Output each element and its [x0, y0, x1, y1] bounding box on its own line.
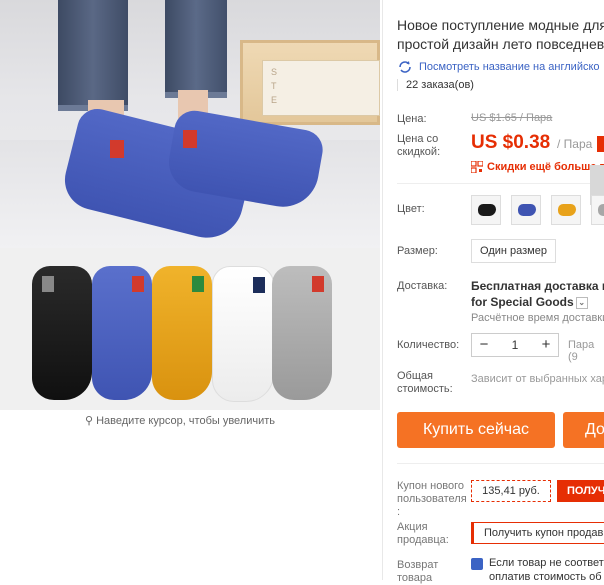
discount-badge	[597, 136, 604, 152]
seller-coupon-button[interactable]: Получить купон продав	[471, 522, 604, 544]
shield-icon	[471, 558, 483, 570]
zoom-hint-text: Наведите курсор, чтобы увеличить	[96, 415, 276, 427]
label-line: Акция	[397, 521, 428, 533]
color-swatch-black[interactable]	[471, 195, 501, 225]
jeans-left	[58, 0, 128, 111]
quantity-unit: Пара (9	[568, 339, 595, 363]
increment-button[interactable]: +	[534, 334, 558, 356]
shipping-line: Бесплатная доставка в R	[471, 279, 604, 293]
sock-tag	[110, 140, 124, 158]
product-title: Новое поступление модные для м простой д…	[397, 16, 604, 54]
return-line: оплатив стоимость об	[489, 571, 602, 583]
sock-tag	[253, 277, 265, 293]
swatch-sock	[478, 204, 496, 216]
jeans-right	[165, 0, 227, 98]
sock-yellow	[152, 266, 212, 400]
label-line: пользователя	[397, 493, 467, 505]
zoom-hint: ⚲ Наведите курсор, чтобы увеличить	[0, 414, 360, 427]
sock-tag	[132, 276, 144, 292]
label-line: Возврат	[397, 559, 439, 571]
box-letter: E	[271, 95, 281, 105]
add-to-cart-button[interactable]: До	[563, 412, 604, 448]
current-price: US $0.38	[471, 132, 551, 153]
buy-now-button[interactable]: Купить сейчас	[397, 412, 555, 448]
title-line: Новое поступление модные для м	[397, 17, 604, 33]
more-discounts-text[interactable]: Скидки ещё больше в п	[487, 161, 604, 173]
new-user-coupon-amount: 135,41 руб.	[471, 480, 551, 502]
sock-tag	[183, 130, 197, 148]
sock-tag	[192, 276, 204, 292]
separator	[397, 183, 604, 184]
label-line: Цена со	[397, 133, 439, 145]
sock-black	[32, 266, 92, 400]
label-line: стоимость:	[397, 383, 453, 395]
box-inner: S T E	[262, 60, 380, 116]
shipping-label: Доставка:	[397, 280, 448, 292]
shipping-info: Бесплатная доставка в R for Special Good…	[471, 278, 604, 310]
get-coupon-button[interactable]: ПОЛУЧ	[557, 480, 604, 502]
return-line: Если товар не соответс	[489, 557, 604, 569]
quantity-label: Количество:	[397, 339, 460, 351]
return-label: Возврат товара	[397, 559, 438, 585]
color-label: Цвет:	[397, 203, 425, 215]
quantity-input[interactable]: 1	[512, 338, 519, 352]
separator	[397, 463, 604, 464]
translate-icon	[399, 61, 411, 73]
original-price: US $1.65 / Пара	[471, 112, 553, 124]
price-label: Цена:	[397, 113, 427, 125]
total-label: Общая стоимость:	[397, 370, 453, 396]
orders-count: 22 заказа(ов)	[397, 79, 474, 91]
box-letter: T	[271, 81, 280, 91]
sock-tag	[42, 276, 54, 292]
new-user-coupon-label: Купон нового пользователя :	[397, 480, 467, 519]
chevron-down-icon[interactable]: ⌄	[575, 296, 588, 309]
socks-lineup	[0, 248, 380, 410]
qr-code-icon	[471, 161, 483, 173]
label-line: скидкой:	[397, 146, 441, 158]
swatch-sock	[598, 204, 604, 216]
label-line: продавца:	[397, 534, 449, 546]
shipping-line: for Special Goods	[471, 295, 574, 309]
product-image[interactable]: S T E	[0, 0, 380, 410]
swatch-sock	[558, 204, 576, 216]
sock-gray	[272, 266, 332, 400]
total-value: Зависит от выбранных хар	[471, 373, 604, 385]
color-swatch-yellow[interactable]	[551, 195, 581, 225]
zoom-icon: ⚲	[84, 415, 94, 427]
title-line: простой дизайн лето повседневны	[397, 36, 604, 52]
label-line: товара	[397, 572, 433, 584]
decrement-button[interactable]: −	[472, 334, 496, 356]
size-option-button[interactable]: Один размер	[471, 239, 556, 263]
discount-price-label: Цена со скидкой:	[397, 133, 440, 159]
box-letter: S	[271, 67, 281, 77]
label-line: Купон нового	[397, 480, 465, 492]
sock-white	[212, 266, 274, 402]
size-label: Размер:	[397, 245, 438, 257]
color-swatch-gray[interactable]	[591, 195, 604, 225]
price-unit: / Пара	[557, 137, 593, 151]
more-discounts-link[interactable]: Скидки ещё больше в п	[471, 161, 604, 173]
translate-link[interactable]: Посмотреть название на английско	[397, 60, 600, 74]
column-divider	[382, 0, 383, 580]
quantity-stepper: − 1 +	[471, 333, 559, 357]
color-swatch-blue[interactable]	[511, 195, 541, 225]
sock-blue	[92, 266, 152, 400]
sock-tag	[312, 276, 324, 292]
swatch-sock	[518, 204, 536, 216]
delivery-estimate: Расчётное время доставки	[471, 312, 604, 324]
label-line: Общая	[397, 370, 433, 382]
seller-promo-label: Акция продавца:	[397, 521, 449, 547]
label-line: :	[397, 506, 401, 518]
translate-link-text[interactable]: Посмотреть название на английско	[419, 61, 600, 73]
